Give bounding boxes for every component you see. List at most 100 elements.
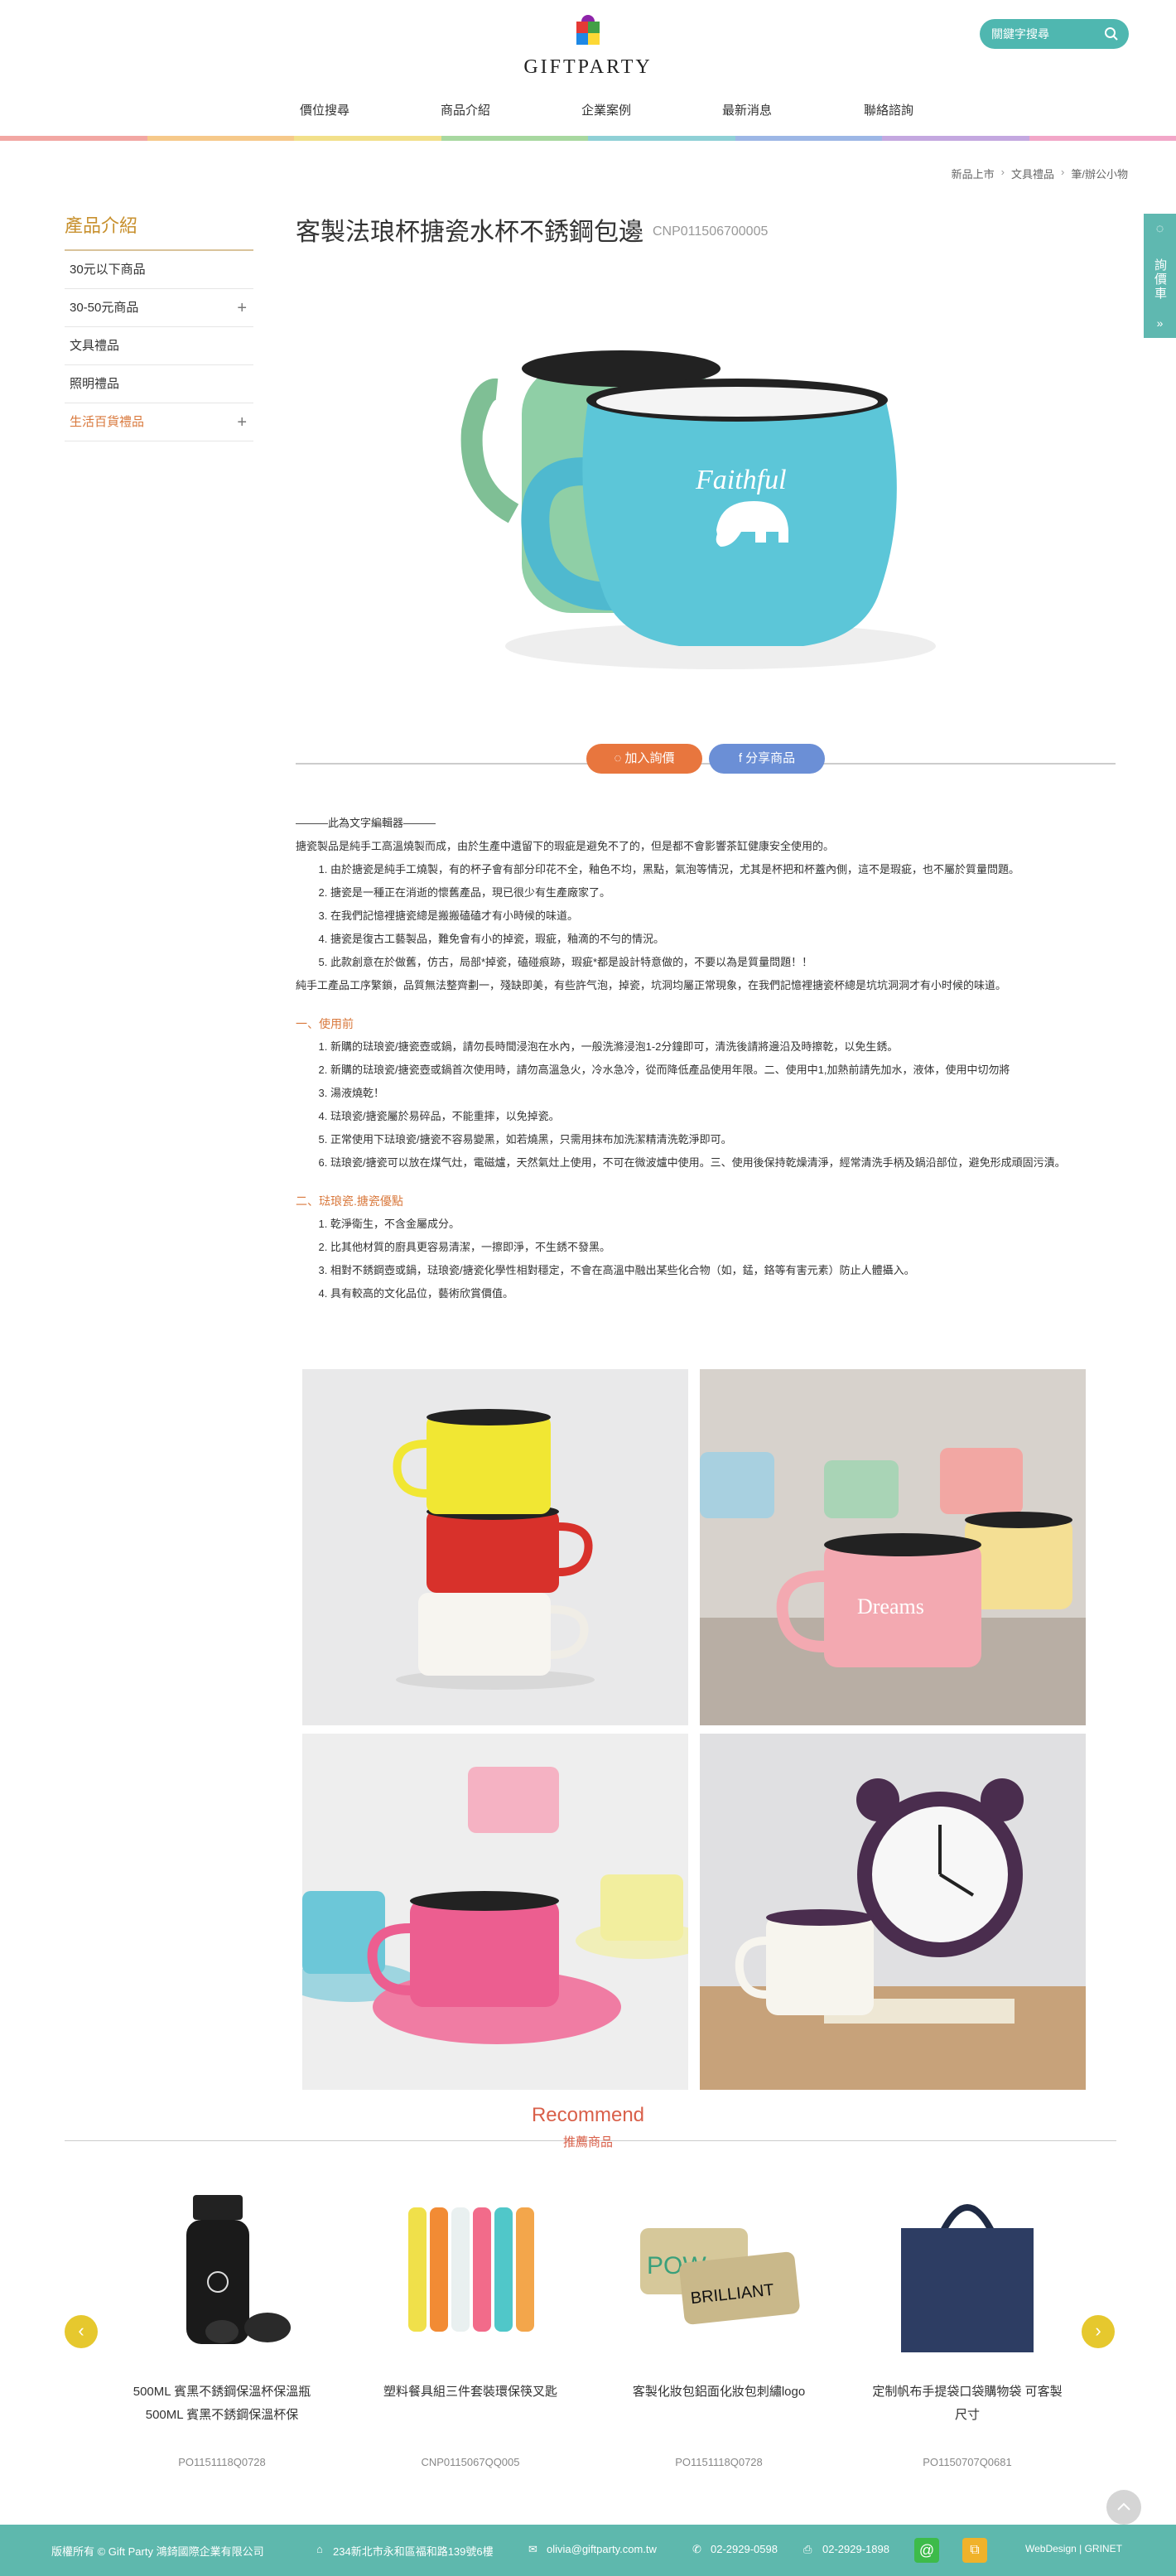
nav-cases[interactable]: 企業案例 [581,101,631,118]
recommend-item[interactable]: 500ML 賓黑不銹鋼保溫杯保溫瓶500ML 賓黑不銹鋼保溫杯保 PO11511… [127,2183,317,2468]
rainbow-segment [588,136,735,141]
recommend-item[interactable]: 塑料餐具組三件套裝環保筷叉匙 CNP0115067QQ005 [375,2183,566,2468]
rainbow-segment [441,136,588,141]
add-inquiry-button[interactable]: ◌ 加入詢價 [586,744,702,774]
site-footer: 版權所有 © Gift Party 鴻錡國際企業有限公司 ⌂ 234新北市永和區… [0,2525,1176,2576]
recommend-title-en: Recommend [531,2104,645,2126]
inquiry-cart-tab[interactable]: ◌ 詢價車 » [1144,214,1176,338]
sidebar-item-label: 30元以下商品 [70,263,146,277]
fax: 02-2929-1898 [822,2543,889,2555]
rainbow-segment [882,136,1029,141]
back-to-top-button[interactable] [1106,2490,1141,2525]
web-design-credit[interactable]: WebDesign | GRINET [1025,2543,1122,2554]
share-icon: f [738,751,746,765]
sidebar-item-lifestyle[interactable]: 生活百貨禮品 + [65,403,253,441]
list-item: 具有較高的文化品位，藝術欣賞價值。 [330,1282,1124,1305]
sitemap-icon[interactable]: ⧉ [962,2538,987,2563]
chat-icon: ◌ [1155,222,1164,236]
breadcrumb: 新品上市 › 文具禮品 › 筆/辦公小物 [952,166,1128,181]
recommend-item-code: CNP0115067QQ005 [421,2456,520,2468]
recommend-item-name: 500ML 賓黑不銹鋼保溫杯保溫瓶500ML 賓黑不銹鋼保溫杯保 [133,2385,311,2422]
search-icon[interactable] [1104,27,1119,41]
carousel-prev-button[interactable]: ‹ [65,2315,98,2348]
dreams-text: Dreams [857,1594,924,1618]
button-label: 分享商品 [745,751,796,765]
chat-icon: ◌ [614,751,625,765]
breadcrumb-item[interactable]: 新品上市 [952,166,995,181]
divider [296,763,1116,765]
list-item: 搪瓷是復古工藝製品，難免會有小的掉瓷，瑕疵，釉滴的不勻的情況。 [330,928,1124,951]
address: 234新北市永和區福和路139號6樓 [333,2545,494,2558]
site-header: GIFTPARTY 價位搜尋 商品介紹 企業案例 最新消息 聯絡諮詢 [0,0,1176,141]
list-item: 琺琅瓷/搪瓷屬於易碎品，不能重摔，以免掉瓷。 [330,1105,1124,1128]
sidebar-item-30-50[interactable]: 30-50元商品 + [65,289,253,327]
chevron-right-icon: › [1061,166,1065,178]
chevron-up-icon [1117,2502,1130,2511]
recommend-item-name: 定制帆布手提袋口袋購物袋 可客製尺寸 [872,2385,1063,2422]
product-thumbnail [186,2195,291,2344]
photo-polka-dot-mugs [302,1734,688,2090]
intro-text: 搪瓷製品是純手工高溫燒製而成，由於生產中遺留下的瑕疵是避免不了的，但是都不會影響… [296,840,835,852]
product-image: Faithful [460,350,936,669]
breadcrumb-item[interactable]: 筆/辦公小物 [1071,166,1128,181]
search-box [980,19,1129,49]
section-heading: 一、使用前 [296,1017,354,1030]
home-icon: ⌂ [316,2543,323,2555]
mug-text: Faithful [695,465,787,495]
carousel-next-button[interactable]: › [1082,2315,1115,2348]
fax-icon: ⎙ [803,2543,812,2555]
nav-price-search[interactable]: 價位搜尋 [300,101,349,118]
recommend-item-code: PO1151118Q0728 [675,2456,763,2468]
sidebar-item-under-30[interactable]: 30元以下商品 [65,251,253,289]
list-item: 相對不銹鋼壺或鍋，琺琅瓷/搪瓷化學性相對穩定，不會在高溫中融出某些化合物（如，錳… [330,1259,1124,1282]
rainbow-divider [0,136,1176,141]
product-description: ———此為文字編輯器——— 搪瓷製品是純手工高溫燒製而成，由於生產中遺留下的瑕疵… [296,812,1124,1305]
sidebar-item-lighting[interactable]: 照明禮品 [65,365,253,403]
email-link[interactable]: olivia@giftparty.com.tw [547,2543,657,2555]
recommend-item[interactable]: 定制帆布手提袋口袋購物袋 可客製尺寸 PO1150707Q0681 [872,2183,1063,2468]
double-arrow-icon: » [1156,316,1164,330]
sidebar-item-stationery[interactable]: 文具禮品 [65,327,253,365]
sidebar-item-label: 30-50元商品 [70,301,139,315]
photo-mug-with-clock [700,1734,1086,2090]
plus-icon[interactable]: + [237,403,247,441]
rainbow-segment [735,136,882,141]
share-product-button[interactable]: f 分享商品 [709,744,825,774]
line-icon[interactable]: @ [914,2538,939,2563]
rainbow-segment [147,136,294,141]
product-code: CNP011506700005 [653,224,769,239]
list-item: 湯液燒乾！ [330,1082,1124,1105]
list-item: 正常使用下琺琅瓷/搪瓷不容易變黑，如若燒黑，只需用抹布加洗潔精清洗乾淨即可。 [330,1128,1124,1151]
copyright: 版權所有 © Gift Party 鴻錡國際企業有限公司 [51,2545,264,2558]
product-title: 客製法琅杯搪瓷水杯不銹鋼包邊 [296,219,643,246]
list-item: 琺琅瓷/搪瓷可以放在煤气灶，電磁爐，天然氣灶上使用，不可在微波爐中使用。三、使用… [330,1151,1124,1175]
button-label: 加入詢價 [624,751,675,765]
mail-icon: ✉ [528,2543,537,2555]
sidebar-item-label: 文具禮品 [70,339,120,353]
inquiry-cart-label: 詢價車 [1153,258,1167,301]
advantages-list: 乾淨衛生，不含金屬成分。 比其他材質的廚具更容易清潔，一擦即淨，不生銹不發黑。 … [296,1213,1124,1305]
recommend-item[interactable]: POW BRILLIANT 客製化妝包鋁面化妝包刺繡logo PO1151118… [624,2183,814,2468]
nav-news[interactable]: 最新消息 [722,101,772,118]
breadcrumb-item[interactable]: 文具禮品 [1011,166,1054,181]
site-logo[interactable]: GIFTPARTY [522,15,654,81]
search-input[interactable] [991,26,1099,42]
editor-note: ———此為文字編輯器——— [296,817,436,829]
product-thumbnail: POW BRILLIANT [640,2228,800,2325]
recommend-item-name: 客製化妝包鋁面化妝包刺繡logo [632,2385,806,2399]
nav-contact[interactable]: 聯絡諮詢 [864,101,913,118]
recommend-item-name: 塑料餐具組三件套裝環保筷叉匙 [383,2385,557,2399]
nav-products[interactable]: 商品介紹 [441,101,490,118]
gift-box-icon [573,15,603,51]
product-thumbnail [408,2207,534,2332]
sidebar-item-label: 生活百貨禮品 [70,415,145,429]
recommend-item-code: PO1151118Q0728 [178,2456,266,2468]
main-nav: 價位搜尋 商品介紹 企業案例 最新消息 聯絡諮詢 [0,98,1176,123]
chevron-right-icon: › [1000,166,1005,178]
section-heading: 二、琺琅瓷.搪瓷優點 [296,1194,403,1208]
logo-text: GIFTPARTY [523,56,653,78]
sidebar: 產品介紹 30元以下商品 30-50元商品 + 文具禮品 照明禮品 生活百貨禮品 + [65,211,253,441]
list-item: 乾淨衛生，不含金屬成分。 [330,1213,1124,1236]
plus-icon[interactable]: + [237,289,247,327]
list-item: 此款創意在於做舊，仿古，局部*掉瓷，磕碰痕跡，瑕疵*都是設計特意做的，不要以為是… [330,951,1124,974]
